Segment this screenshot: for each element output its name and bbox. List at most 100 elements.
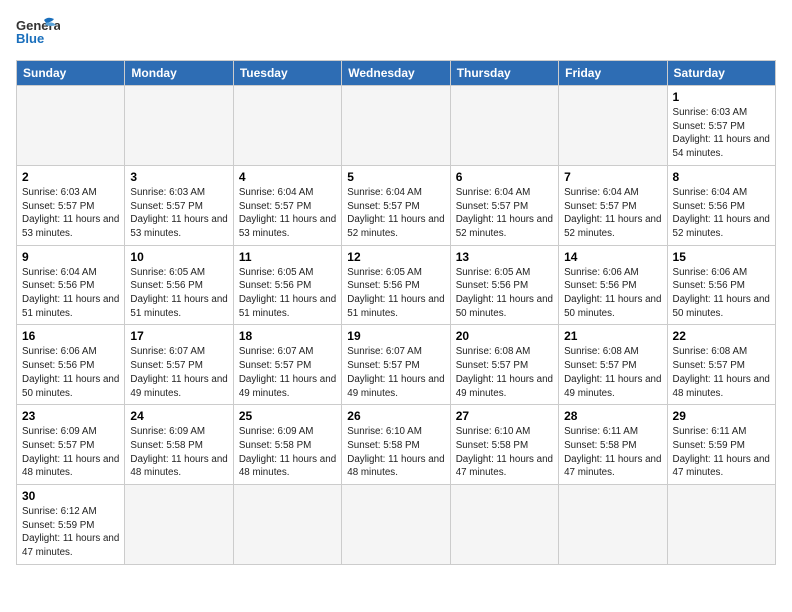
calendar-cell: 18 Sunrise: 6:07 AM Sunset: 5:57 PM Dayli… — [233, 325, 341, 405]
calendar-header-row: SundayMondayTuesdayWednesdayThursdayFrid… — [17, 61, 776, 86]
day-number: 19 — [347, 329, 444, 343]
day-number: 3 — [130, 170, 227, 184]
calendar-cell — [17, 86, 125, 166]
calendar-cell: 3 Sunrise: 6:03 AM Sunset: 5:57 PM Daylig… — [125, 165, 233, 245]
day-info: Sunrise: 6:06 AM Sunset: 5:56 PM Dayligh… — [22, 345, 119, 400]
calendar-cell: 5Sunrise: 6:04 AM Sunset: 5:57 PM Daylig… — [342, 165, 450, 245]
calendar-week-row: 23Sunrise: 6:09 AM Sunset: 5:57 PM Dayli… — [17, 405, 776, 485]
calendar-cell — [342, 485, 450, 565]
calendar-cell — [559, 485, 667, 565]
calendar-cell: 10Sunrise: 6:05 AM Sunset: 5:56 PM Dayli… — [125, 245, 233, 325]
calendar-week-row: 16 Sunrise: 6:06 AM Sunset: 5:56 PM Dayli… — [17, 325, 776, 405]
day-number: 16 — [22, 329, 119, 343]
day-info: Sunrise: 6:04 AM Sunset: 5:57 PM Dayligh… — [564, 186, 661, 241]
day-number: 28 — [564, 409, 661, 423]
day-number: 2 — [22, 170, 119, 184]
day-info: Sunrise: 6:07 AM Sunset: 5:57 PM Dayligh… — [347, 345, 444, 400]
day-number: 17 — [130, 329, 227, 343]
day-number: 5 — [347, 170, 444, 184]
day-info: Sunrise: 6:05 AM Sunset: 5:56 PM Dayligh… — [130, 266, 227, 321]
day-info: Sunrise: 6:06 AM Sunset: 5:56 PM Dayligh… — [673, 266, 770, 321]
calendar-cell: 12 Sunrise: 6:05 AM Sunset: 5:56 PM Dayli… — [342, 245, 450, 325]
calendar-cell: 2 Sunrise: 6:03 AM Sunset: 5:57 PM Daylig… — [17, 165, 125, 245]
day-number: 21 — [564, 329, 661, 343]
day-info: Sunrise: 6:08 AM Sunset: 5:57 PM Dayligh… — [564, 345, 661, 400]
day-info: Sunrise: 6:04 AM Sunset: 5:56 PM Dayligh… — [22, 266, 119, 321]
column-header-saturday: Saturday — [667, 61, 775, 86]
day-number: 12 — [347, 250, 444, 264]
day-info: Sunrise: 6:05 AM Sunset: 5:56 PM Dayligh… — [239, 266, 336, 321]
calendar-cell: 25Sunrise: 6:09 AM Sunset: 5:58 PM Dayli… — [233, 405, 341, 485]
day-number: 29 — [673, 409, 770, 423]
day-info: Sunrise: 6:08 AM Sunset: 5:57 PM Dayligh… — [456, 345, 553, 400]
day-info: Sunrise: 6:05 AM Sunset: 5:56 PM Dayligh… — [347, 266, 444, 321]
column-header-wednesday: Wednesday — [342, 61, 450, 86]
calendar-week-row: 30 Sunrise: 6:12 AM Sunset: 5:59 PM Dayli… — [17, 485, 776, 565]
day-info: Sunrise: 6:09 AM Sunset: 5:57 PM Dayligh… — [22, 425, 119, 480]
day-info: Sunrise: 6:03 AM Sunset: 5:57 PM Dayligh… — [673, 106, 770, 161]
day-number: 18 — [239, 329, 336, 343]
day-info: Sunrise: 6:05 AM Sunset: 5:56 PM Dayligh… — [456, 266, 553, 321]
day-info: Sunrise: 6:10 AM Sunset: 5:58 PM Dayligh… — [347, 425, 444, 480]
calendar-cell: 29 Sunrise: 6:11 AM Sunset: 5:59 PM Dayli… — [667, 405, 775, 485]
column-header-friday: Friday — [559, 61, 667, 86]
day-number: 11 — [239, 250, 336, 264]
day-info: Sunrise: 6:06 AM Sunset: 5:56 PM Dayligh… — [564, 266, 661, 321]
day-number: 13 — [456, 250, 553, 264]
logo: General Blue — [16, 16, 60, 52]
day-number: 7 — [564, 170, 661, 184]
calendar-cell: 6Sunrise: 6:04 AM Sunset: 5:57 PM Daylig… — [450, 165, 558, 245]
calendar-cell: 1 Sunrise: 6:03 AM Sunset: 5:57 PM Daylig… — [667, 86, 775, 166]
calendar-cell: 11 Sunrise: 6:05 AM Sunset: 5:56 PM Dayli… — [233, 245, 341, 325]
column-header-tuesday: Tuesday — [233, 61, 341, 86]
column-header-monday: Monday — [125, 61, 233, 86]
day-info: Sunrise: 6:04 AM Sunset: 5:57 PM Dayligh… — [239, 186, 336, 241]
calendar-cell: 21 Sunrise: 6:08 AM Sunset: 5:57 PM Dayli… — [559, 325, 667, 405]
calendar-cell: 30 Sunrise: 6:12 AM Sunset: 5:59 PM Dayli… — [17, 485, 125, 565]
day-number: 14 — [564, 250, 661, 264]
day-info: Sunrise: 6:12 AM Sunset: 5:59 PM Dayligh… — [22, 505, 119, 560]
day-number: 27 — [456, 409, 553, 423]
day-number: 8 — [673, 170, 770, 184]
calendar-cell: 26Sunrise: 6:10 AM Sunset: 5:58 PM Dayli… — [342, 405, 450, 485]
calendar-cell: 16 Sunrise: 6:06 AM Sunset: 5:56 PM Dayli… — [17, 325, 125, 405]
calendar-cell: 13 Sunrise: 6:05 AM Sunset: 5:56 PM Dayli… — [450, 245, 558, 325]
day-info: Sunrise: 6:09 AM Sunset: 5:58 PM Dayligh… — [130, 425, 227, 480]
day-info: Sunrise: 6:04 AM Sunset: 5:56 PM Dayligh… — [673, 186, 770, 241]
calendar-cell — [233, 485, 341, 565]
calendar-cell: 23Sunrise: 6:09 AM Sunset: 5:57 PM Dayli… — [17, 405, 125, 485]
calendar-cell — [450, 485, 558, 565]
day-info: Sunrise: 6:03 AM Sunset: 5:57 PM Dayligh… — [130, 186, 227, 241]
calendar-cell: 28Sunrise: 6:11 AM Sunset: 5:58 PM Dayli… — [559, 405, 667, 485]
calendar-cell: 22 Sunrise: 6:08 AM Sunset: 5:57 PM Dayli… — [667, 325, 775, 405]
day-number: 20 — [456, 329, 553, 343]
svg-text:Blue: Blue — [16, 31, 44, 46]
calendar-cell: 20 Sunrise: 6:08 AM Sunset: 5:57 PM Dayli… — [450, 325, 558, 405]
calendar-cell: 4Sunrise: 6:04 AM Sunset: 5:57 PM Daylig… — [233, 165, 341, 245]
day-number: 22 — [673, 329, 770, 343]
calendar-cell: 27 Sunrise: 6:10 AM Sunset: 5:58 PM Dayli… — [450, 405, 558, 485]
day-info: Sunrise: 6:07 AM Sunset: 5:57 PM Dayligh… — [239, 345, 336, 400]
calendar-cell — [233, 86, 341, 166]
day-number: 30 — [22, 489, 119, 503]
calendar-cell: 9Sunrise: 6:04 AM Sunset: 5:56 PM Daylig… — [17, 245, 125, 325]
day-info: Sunrise: 6:07 AM Sunset: 5:57 PM Dayligh… — [130, 345, 227, 400]
calendar-cell: 24 Sunrise: 6:09 AM Sunset: 5:58 PM Dayli… — [125, 405, 233, 485]
column-header-thursday: Thursday — [450, 61, 558, 86]
calendar-week-row: 2 Sunrise: 6:03 AM Sunset: 5:57 PM Daylig… — [17, 165, 776, 245]
calendar-cell — [450, 86, 558, 166]
day-info: Sunrise: 6:08 AM Sunset: 5:57 PM Dayligh… — [673, 345, 770, 400]
day-number: 1 — [673, 90, 770, 104]
calendar-cell: 14 Sunrise: 6:06 AM Sunset: 5:56 PM Dayli… — [559, 245, 667, 325]
day-info: Sunrise: 6:10 AM Sunset: 5:58 PM Dayligh… — [456, 425, 553, 480]
generalblue-logo-icon: General Blue — [16, 16, 60, 52]
calendar-week-row: 1 Sunrise: 6:03 AM Sunset: 5:57 PM Daylig… — [17, 86, 776, 166]
calendar-cell: 19 Sunrise: 6:07 AM Sunset: 5:57 PM Dayli… — [342, 325, 450, 405]
day-info: Sunrise: 6:11 AM Sunset: 5:59 PM Dayligh… — [673, 425, 770, 480]
day-number: 24 — [130, 409, 227, 423]
day-info: Sunrise: 6:03 AM Sunset: 5:57 PM Dayligh… — [22, 186, 119, 241]
calendar-table: SundayMondayTuesdayWednesdayThursdayFrid… — [16, 60, 776, 565]
calendar-week-row: 9Sunrise: 6:04 AM Sunset: 5:56 PM Daylig… — [17, 245, 776, 325]
calendar-cell — [559, 86, 667, 166]
page-header: General Blue — [16, 16, 776, 52]
